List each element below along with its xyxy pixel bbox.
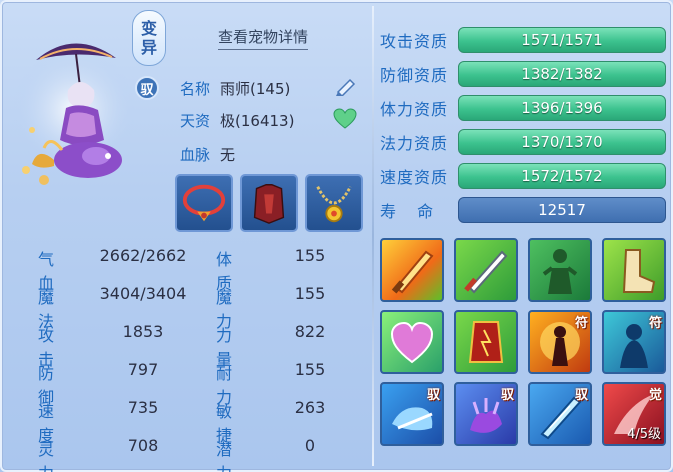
name-label: 名称 [180, 80, 211, 98]
skill-tag: 驭 [500, 388, 514, 403]
purple-claw-skill-icon[interactable]: 驭 [454, 382, 518, 446]
aptitude-label: 天资 [180, 112, 211, 130]
aptitude-row-defense: 防御资质 1382/1382 [380, 60, 666, 88]
aptitude-bar: 1396/1396 [458, 95, 666, 121]
aptitude-label: 速度资质 [380, 168, 449, 187]
stat-value-2: 822 [294, 322, 326, 341]
equipment-necklace-slot[interactable] [305, 174, 363, 232]
stat-value-2: 0 [304, 436, 316, 455]
pet-aptitude-row: 天资 极(16413) [180, 110, 294, 131]
lifespan-label: 寿 命 [380, 202, 442, 221]
favorite-heart-icon[interactable] [333, 108, 357, 130]
aptitude-label: 攻击资质 [380, 32, 449, 51]
heart-skill-icon[interactable] [380, 310, 444, 374]
stat-value: 797 [127, 360, 159, 379]
mutation-badge: 变 异 [132, 10, 166, 66]
view-pet-details-link[interactable]: 查看宠物详情 [218, 26, 309, 50]
flaming-sword-skill-icon[interactable] [380, 238, 444, 302]
stat-value-2: 155 [294, 284, 326, 303]
aptitude-bar: 1571/1571 [458, 27, 666, 53]
blue-spirit-skill-icon[interactable]: 符 [602, 310, 666, 374]
stat-value-2: 263 [294, 398, 326, 417]
mutation-char-2: 异 [140, 38, 157, 57]
ice-blade-skill-icon[interactable]: 驭 [528, 382, 592, 446]
aptitude-value: 极(16413) [220, 112, 295, 130]
pet-bloodline-row: 血脉 无 [180, 144, 235, 165]
lifespan-row: 寿 命 12517 [380, 196, 666, 224]
collar-icon [182, 184, 226, 222]
aptitude-label: 防御资质 [380, 66, 449, 85]
skill-tag: 驭 [574, 388, 588, 403]
stat-value-2: 155 [294, 246, 326, 265]
skill-level: 4/5级 [627, 427, 661, 442]
stat-label-2: 潜力 [216, 440, 233, 472]
name-value: 雨师(145) [220, 80, 291, 98]
aptitude-label: 体力资质 [380, 100, 449, 119]
sword-skill-icon[interactable] [454, 238, 518, 302]
stat-value: 3404/3404 [99, 284, 187, 303]
stat-value: 708 [127, 436, 159, 455]
red-awaken-skill-icon[interactable]: 觉 4/5级 [602, 382, 666, 446]
green-figure-skill-icon[interactable] [528, 238, 592, 302]
stat-value-2: 155 [294, 360, 326, 379]
yu-badge[interactable]: 驭 [135, 76, 159, 100]
equipment-collar-slot[interactable] [175, 174, 233, 232]
aptitude-bar: 1382/1382 [458, 61, 666, 87]
aptitude-row-stamina: 体力资质 1396/1396 [380, 94, 666, 122]
pet-portrait[interactable] [4, 10, 136, 190]
lifespan-bar: 12517 [458, 197, 666, 223]
aptitude-bar: 1370/1370 [458, 129, 666, 155]
skill-tag: 驭 [426, 388, 440, 403]
armor-icon [253, 184, 285, 224]
skill-tag: 觉 [648, 388, 662, 403]
edit-name-pencil-icon[interactable] [334, 76, 358, 98]
skill-tag: 符 [648, 316, 662, 331]
fire-warrior-skill-icon[interactable]: 符 [528, 310, 592, 374]
pet-name-row: 名称 雨师(145) [180, 78, 290, 99]
aptitude-label: 法力资质 [380, 134, 449, 153]
aptitude-bar: 1572/1572 [458, 163, 666, 189]
shield-skill-icon[interactable] [454, 310, 518, 374]
stat-value: 735 [127, 398, 159, 417]
equipment-armor-slot[interactable] [240, 174, 298, 232]
aptitude-row-attack: 攻击资质 1571/1571 [380, 26, 666, 54]
bloodline-label: 血脉 [180, 146, 211, 164]
bloodline-value: 无 [220, 146, 236, 164]
boot-skill-icon[interactable] [602, 238, 666, 302]
aptitude-row-magic: 法力资质 1370/1370 [380, 128, 666, 156]
stat-value: 2662/2662 [99, 246, 187, 265]
aptitude-row-speed: 速度资质 1572/1572 [380, 162, 666, 190]
equipment-slots [175, 174, 363, 232]
mutation-char-1: 变 [140, 19, 157, 38]
skill-tag: 符 [574, 316, 588, 331]
panel-divider [372, 6, 374, 466]
necklace-icon [316, 186, 352, 223]
stat-value: 1853 [122, 322, 164, 341]
blue-beast-skill-icon[interactable]: 驭 [380, 382, 444, 446]
stat-label: 灵力 [38, 440, 55, 472]
